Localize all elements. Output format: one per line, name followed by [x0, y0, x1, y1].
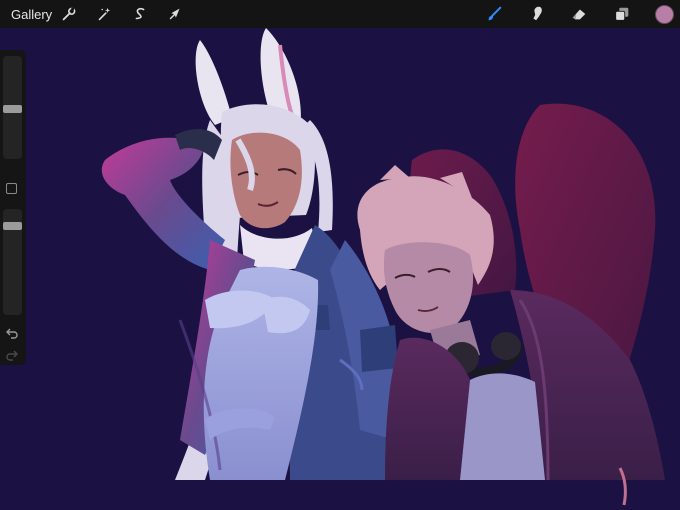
opacity-slider[interactable] — [3, 209, 22, 315]
color-swatch[interactable] — [654, 4, 674, 24]
artwork: : : : : — [101, 28, 665, 506]
magic-wand-icon[interactable] — [94, 4, 114, 24]
eraser-icon[interactable] — [569, 4, 589, 24]
layers-icon[interactable] — [612, 4, 632, 24]
gallery-button[interactable]: Gallery — [11, 7, 52, 22]
drawing-canvas[interactable]: : : : : — [0, 28, 680, 510]
top-toolbar: Gallery — [0, 0, 680, 28]
wrench-icon[interactable] — [59, 4, 79, 24]
modify-square-icon[interactable] — [6, 183, 17, 194]
procreate-app: Gallery — [0, 0, 680, 510]
brush-size-slider[interactable] — [3, 56, 22, 159]
smudge-finger-icon[interactable] — [527, 4, 547, 24]
cursor-arrow-icon[interactable] — [165, 4, 185, 24]
brush-size-thumb[interactable] — [3, 105, 22, 113]
undo-icon[interactable] — [5, 326, 19, 340]
brush-icon[interactable] — [484, 4, 504, 24]
selection-s-icon[interactable] — [130, 4, 150, 24]
redo-icon[interactable] — [5, 348, 19, 362]
left-sidebar — [0, 50, 26, 365]
opacity-thumb[interactable] — [3, 222, 22, 230]
